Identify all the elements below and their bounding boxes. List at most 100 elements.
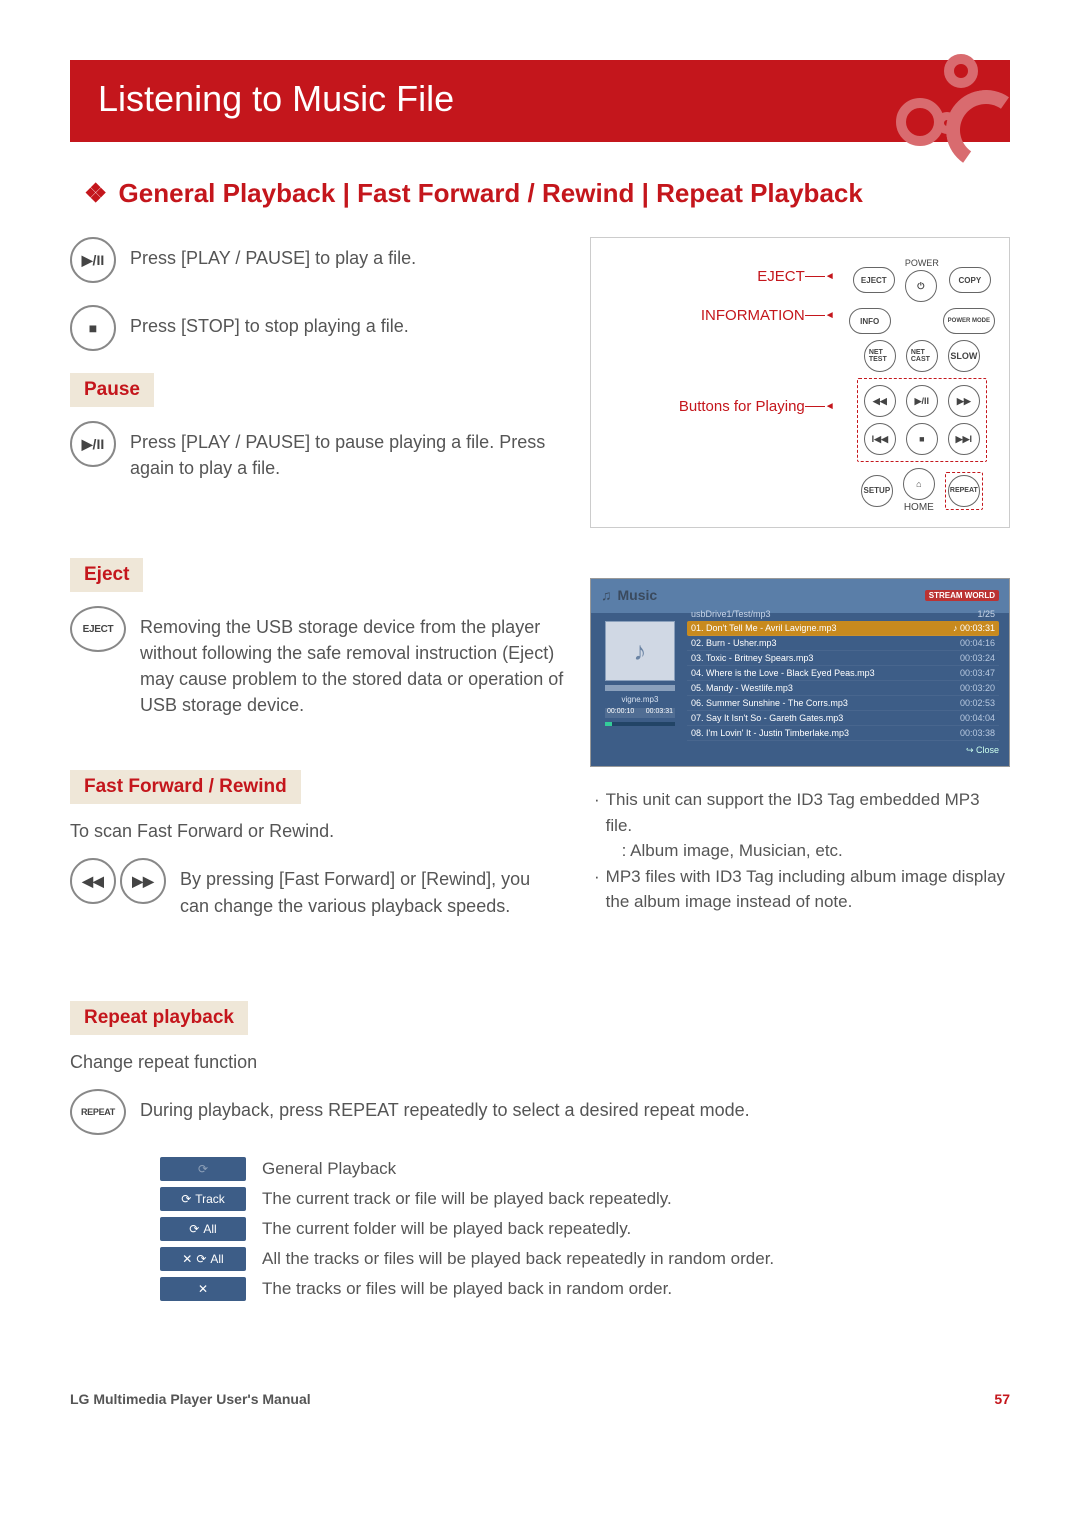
repeat-chip-shuffle-all: ✕ ⟳ All <box>160 1247 246 1271</box>
repeat-intro: Change repeat function <box>70 1049 1010 1075</box>
track-duration: 00:04:04 <box>960 713 995 723</box>
track-name: 03. Toxic - Britney Spears.mp3 <box>691 653 813 663</box>
remote-setup-button: SETUP <box>861 475 893 507</box>
repeat-button-icon: REPEAT <box>70 1089 126 1135</box>
play-instruction: Press [PLAY / PAUSE] to play a file. <box>130 237 416 271</box>
subheading-text: General Playback | Fast Forward / Rewind… <box>119 178 863 208</box>
track-duration: 00:03:24 <box>960 653 995 663</box>
track-name: 02. Burn - Usher.mp3 <box>691 638 777 648</box>
track-row: 05. Mandy - Westlife.mp3 00:03:20 <box>687 681 999 696</box>
track-row: 06. Summer Sunshine - The Corrs.mp300:02… <box>687 696 999 711</box>
footer-left: LG Multimedia Player User's Manual <box>70 1391 311 1407</box>
arrow-icon: ◄ <box>805 271 835 282</box>
track-name: 04. Where is the Love - Black Eyed Peas.… <box>691 668 875 678</box>
repeat-desc-0: General Playback <box>262 1159 396 1179</box>
remote-diagram: EJECT ◄ INFORMATION ◄ Buttons for Playin… <box>590 237 1010 528</box>
track-row: 01. Don't Tell Me - Avril Lavigne.mp3 ♪ 0… <box>687 621 999 636</box>
shuffle-icon: ✕ <box>182 1252 192 1266</box>
eject-text-2: may cause problem to the stored data or … <box>140 669 563 715</box>
diamond-icon: ❖ <box>84 178 107 209</box>
shuffle-icon: ✕ <box>198 1282 208 1296</box>
remote-home-button: ⌂ <box>903 468 935 500</box>
remote-repeat-button: REPEAT <box>948 475 980 507</box>
remote-power-mode-button: POWER MODE <box>943 308 995 334</box>
close-hint: ↪ <box>966 745 976 755</box>
remote-info-button: INFO <box>849 308 891 334</box>
note-2: MP3 files with ID3 Tag including album i… <box>606 864 1010 915</box>
play-pause-icon: ▶/II <box>70 421 116 467</box>
track-duration: 00:04:16 <box>960 638 995 648</box>
track-list: 01. Don't Tell Me - Avril Lavigne.mp3 ♪ 0… <box>687 621 999 741</box>
repeat-chip-label: Track <box>195 1192 225 1206</box>
repeat-chip-label: All <box>210 1252 223 1266</box>
home-label: HOME <box>903 502 935 513</box>
track-duration: 00:03:20 <box>960 683 995 693</box>
repeat-desc-3: All the tracks or files will be played b… <box>262 1249 774 1269</box>
stop-instruction: Press [STOP] to stop playing a file. <box>130 305 409 339</box>
time-elapsed: 00:00:10 <box>607 708 634 718</box>
arrow-icon: ◄ <box>805 401 835 412</box>
eject-text-1: Removing the USB storage device from the… <box>140 617 554 663</box>
repeat-button-highlight: REPEAT <box>945 472 983 510</box>
track-name: 08. I'm Lovin' It - Justin Timberlake.mp… <box>691 728 849 738</box>
track-name: 07. Say It Isn't So - Gareth Gates.mp3 <box>691 713 843 723</box>
ff-label: Fast Forward / Rewind <box>70 770 301 804</box>
track-row: 08. I'm Lovin' It - Justin Timberlake.mp… <box>687 726 999 741</box>
track-name: 01. Don't Tell Me - Avril Lavigne.mp3 <box>691 623 836 633</box>
page-footer: LG Multimedia Player User's Manual 57 <box>70 1381 1010 1407</box>
track-row: 07. Say It Isn't So - Gareth Gates.mp3 00… <box>687 711 999 726</box>
arrow-icon: ◄ <box>805 310 835 321</box>
repeat-chip-track: ⟳Track <box>160 1187 246 1211</box>
repeat-chip-shuffle: ✕ <box>160 1277 246 1301</box>
repeat-desc-2: The current folder will be played back r… <box>262 1219 631 1239</box>
remote-eject-label: EJECT <box>757 268 805 285</box>
remote-net-cast-button: NET CAST <box>906 340 938 372</box>
stop-icon: ■ <box>70 305 116 351</box>
rewind-icon: ◀◀ <box>70 858 116 904</box>
track-duration: 00:03:38 <box>960 728 995 738</box>
repeat-icon: ⟳ <box>196 1252 206 1266</box>
remote-stop-button: ■ <box>906 423 938 455</box>
page-number: 57 <box>994 1391 1010 1407</box>
repeat-chip-none: ⟳ <box>160 1157 246 1181</box>
remote-power-button: ⏻ <box>905 270 937 302</box>
ff-intro: To scan Fast Forward or Rewind. <box>70 818 564 844</box>
current-file: vigne.mp3 <box>622 695 659 704</box>
track-row: 04. Where is the Love - Black Eyed Peas.… <box>687 666 999 681</box>
album-art-placeholder: ♪ <box>605 621 675 681</box>
close-label: Close <box>976 745 999 755</box>
remote-next-button: ▶▶I <box>948 423 980 455</box>
pause-instruction: Press [PLAY / PAUSE] to pause playing a … <box>130 421 564 481</box>
note-1b: : Album image, Musician, etc. <box>606 841 843 860</box>
music-screen: ♫ Music STREAM WORLD usbDrive1/Test/mp3 … <box>590 578 1010 767</box>
remote-copy-button: COPY <box>949 267 991 293</box>
remote-play-pause-button: ▶/II <box>906 385 938 417</box>
notes: ·This unit can support the ID3 Tag embed… <box>590 787 1010 915</box>
page-header: Listening to Music File <box>70 60 1010 142</box>
play-pause-icon: ▶/II <box>70 237 116 283</box>
remote-prev-button: I◀◀ <box>864 423 896 455</box>
ff-instruction: By pressing [Fast Forward] or [Rewind], … <box>180 858 564 918</box>
track-duration: ♪ 00:03:31 <box>953 623 995 633</box>
repeat-label: Repeat playback <box>70 1001 248 1035</box>
eject-instruction: Removing the USB storage device from the… <box>140 606 564 718</box>
track-row: 03. Toxic - Britney Spears.mp3 00:03:24 <box>687 651 999 666</box>
fast-forward-icon: ▶▶ <box>120 858 166 904</box>
track-name: 05. Mandy - Westlife.mp3 <box>691 683 793 693</box>
repeat-all-icon: ⟳ <box>189 1222 199 1236</box>
music-note-icon: ♫ <box>601 587 612 603</box>
repeat-instruction: During playback, press REPEAT repeatedly… <box>140 1089 750 1123</box>
track-count: 1/25 <box>977 609 995 619</box>
repeat-desc-4: The tracks or files will be played back … <box>262 1279 672 1299</box>
header-accent <box>890 50 1020 170</box>
repeat-chip-all: ⟳All <box>160 1217 246 1241</box>
note-1a: This unit can support the ID3 Tag embedd… <box>606 790 980 835</box>
repeat-desc-1: The current track or file will be played… <box>262 1189 672 1209</box>
music-title: Music <box>618 587 658 603</box>
remote-net-test-button: NET TEST <box>864 340 896 372</box>
remote-slow-button: SLOW <box>948 340 980 372</box>
track-row: 02. Burn - Usher.mp3 00:04:16 <box>687 636 999 651</box>
stream-badge: STREAM WORLD <box>925 590 999 601</box>
remote-info-label: INFORMATION <box>701 307 805 324</box>
track-name: 06. Summer Sunshine - The Corrs.mp3 <box>691 698 848 708</box>
